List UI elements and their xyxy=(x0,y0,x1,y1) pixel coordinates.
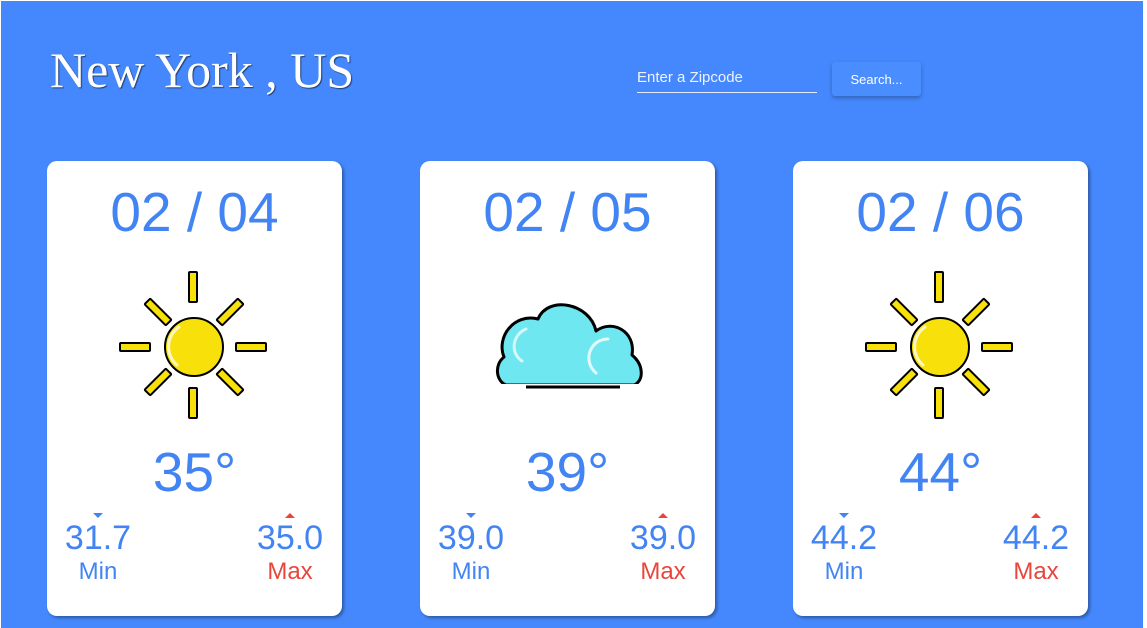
min-label: Min xyxy=(824,558,864,585)
max-label: Max xyxy=(1013,558,1059,585)
search-button[interactable]: Search... xyxy=(832,62,921,96)
max-temp-value: 44.2 xyxy=(1002,519,1070,557)
forecast-date: 02 / 04 xyxy=(110,181,279,243)
max-label: Max xyxy=(267,558,313,585)
forecast-temperature: 44° xyxy=(898,441,983,503)
city-title: New York , US xyxy=(50,42,355,98)
sun-icon xyxy=(859,265,1019,425)
min-temp-block: 31.7 Min xyxy=(53,513,143,586)
max-temp-value: 35.0 xyxy=(256,519,324,557)
max-temp-block: 44.2 Max xyxy=(991,513,1081,586)
forecast-card-2: 02 / 05 39° 39.0 Min 39.0 Max xyxy=(420,161,715,616)
min-label: Min xyxy=(451,558,491,585)
zipcode-input[interactable] xyxy=(637,67,817,93)
forecast-date: 02 / 05 xyxy=(483,181,652,243)
max-temp-value: 39.0 xyxy=(629,519,697,557)
forecast-temperature: 39° xyxy=(525,441,610,503)
min-label: Min xyxy=(78,558,118,585)
forecast-temperature: 35° xyxy=(152,441,237,503)
max-temp-block: 39.0 Max xyxy=(618,513,708,586)
weather-app: New York , US Search... 02 / 04 xyxy=(1,1,1143,628)
forecast-card-3: 02 / 06 44° 44.2 Min 44.2 Max xyxy=(793,161,1088,616)
min-temp-value: 44.2 xyxy=(810,519,878,557)
min-temp-block: 39.0 Min xyxy=(426,513,516,586)
max-label: Max xyxy=(640,558,686,585)
max-temp-block: 35.0 Max xyxy=(245,513,335,586)
forecast-card-1: 02 / 04 35° 31.7 Min 35.0 Max xyxy=(47,161,342,616)
forecast-date: 02 / 06 xyxy=(856,181,1025,243)
sun-icon xyxy=(113,265,273,425)
min-temp-value: 31.7 xyxy=(64,519,132,557)
cloud-icon xyxy=(486,265,646,425)
min-temp-block: 44.2 Min xyxy=(799,513,889,586)
min-temp-value: 39.0 xyxy=(437,519,505,557)
